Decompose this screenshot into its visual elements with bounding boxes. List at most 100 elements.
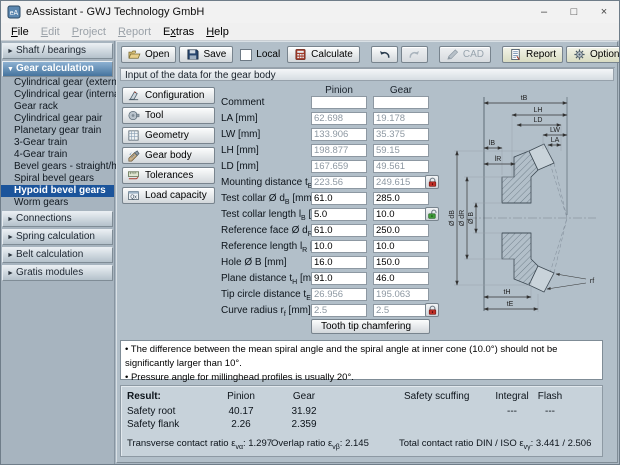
results-panel: Result: Pinion Gear Safety scuffing Inte… [120, 385, 603, 457]
load-capacity-icon: Qx [127, 189, 140, 202]
sidebar-section-label: Gear calculation [16, 63, 94, 74]
cad-button-label: CAD [463, 49, 484, 60]
dim-label-lh: LH [534, 107, 543, 114]
sidebar-section-gear-calculation[interactable]: ▼Gear calculation [2, 61, 113, 77]
form-label-curve-radius: Curve radius rf [mm] [221, 304, 311, 317]
curve-radius-gear-input [373, 304, 429, 317]
minimize-button[interactable]: – [529, 1, 559, 23]
test-collar-diameter-gear-input[interactable] [373, 192, 429, 205]
reference-face-diameter-pinion-input[interactable] [311, 224, 367, 237]
sidebar-item-3-gear-train[interactable]: 3-Gear train [1, 137, 114, 149]
dim-label-ld: LD [534, 117, 543, 124]
reference-length-pinion-input[interactable] [311, 240, 367, 253]
dim-label-th: tH [504, 289, 511, 296]
sidebar-item-cylindrical-gear-pair[interactable]: Cylindrical gear pair [1, 113, 114, 125]
section-button-geometry[interactable]: Geometry [122, 127, 215, 144]
plane-distance-gear-input[interactable] [373, 272, 429, 285]
maximize-button[interactable]: □ [559, 1, 589, 23]
calculate-button[interactable]: Calculate [287, 46, 360, 63]
window-controls: – □ × [529, 1, 619, 23]
gear-body-diagram: tB LH LD LW LA lB lR Ø dB Ø dR Ø B tH tE… [434, 85, 606, 337]
dim-label-dr: Ø dR [459, 210, 466, 226]
hole-diameter-gear-input[interactable] [373, 256, 429, 269]
test-collar-length-gear-input[interactable] [373, 208, 429, 221]
geometry-icon [127, 129, 140, 142]
toolbar: OpenSaveLocalCalculateCADReportOptionsHe… [119, 44, 615, 68]
menu-item-extras[interactable]: Extras [157, 25, 200, 39]
la-pinion-input [311, 112, 367, 125]
sidebar-section-label: Connections [16, 213, 72, 224]
hint-text: • Pressure angle for millinghead profile… [125, 371, 598, 385]
section-button-label: Configuration [145, 90, 204, 101]
svg-text:eA: eA [10, 10, 19, 17]
test-collar-length-pinion-input[interactable] [311, 208, 367, 221]
report-button[interactable]: Report [502, 46, 563, 63]
sidebar-item-planetary-gear-train[interactable]: Planetary gear train [1, 125, 114, 137]
open-button[interactable]: Open [121, 46, 176, 63]
section-button-configuration[interactable]: Configuration [122, 87, 215, 104]
transverse-contact-ratio: Transverse contact ratio εvα: 1.297 [127, 438, 272, 451]
sidebar-section-spring-calculation[interactable]: ►Spring calculation [2, 229, 113, 245]
sidebar-item-cylindrical-gear-internal-[interactable]: Cylindrical gear (internal) [1, 89, 114, 101]
section-button-gear-body[interactable]: Gear body [122, 147, 215, 164]
menu-item-file[interactable]: File [5, 25, 35, 39]
section-button-tool[interactable]: Tool [122, 107, 215, 124]
sidebar-item-worm-gears[interactable]: Worm gears [1, 197, 114, 209]
sidebar-item-bevel-gears-straight-helical[interactable]: Bevel gears - straight/helical [1, 161, 114, 173]
hole-diameter-pinion-input[interactable] [311, 256, 367, 269]
comment-gear-input[interactable] [373, 96, 429, 109]
section-button-tolerances[interactable]: Tolerances [122, 167, 215, 184]
results-col-gear: Gear [269, 391, 339, 402]
form-label-comment: Comment [221, 96, 264, 109]
lw-gear-input [373, 128, 429, 141]
redo-icon [408, 48, 421, 61]
sidebar-section-belt-calculation[interactable]: ►Belt calculation [2, 247, 113, 263]
sidebar-section-shaft-bearings[interactable]: ►Shaft / bearings [2, 43, 113, 59]
app-window: eA eAssistant - GWJ Technology GmbH – □ … [0, 0, 620, 465]
sidebar-item-gear-rack[interactable]: Gear rack [1, 101, 114, 113]
local-checkbox[interactable]: Local [236, 49, 284, 61]
tooth-tip-chamfering-button[interactable]: Tooth tip chamfering [311, 319, 430, 334]
sidebar-section-label: Belt calculation [16, 249, 83, 260]
cad-icon [446, 48, 459, 61]
collapse-arrow-icon: ► [7, 249, 16, 263]
form-column-header-pinion: Pinion [311, 85, 367, 96]
mounting-distance-pinion-input [311, 176, 367, 189]
reference-face-diameter-gear-input[interactable] [373, 224, 429, 237]
menu-item-edit: Edit [35, 25, 66, 39]
section-button-label: Tolerances [145, 170, 193, 181]
form-label-lh: LH [mm] [221, 144, 259, 157]
test-collar-diameter-pinion-input[interactable] [311, 192, 367, 205]
dim-label-la: LA [551, 137, 560, 144]
hint-text: • The difference between the mean spiral… [125, 343, 598, 371]
app-icon: eA [7, 5, 21, 19]
folder-icon [128, 48, 141, 61]
results-col-pinion: Pinion [206, 391, 276, 402]
sidebar-item-spiral-bevel-gears[interactable]: Spiral bevel gears [1, 173, 114, 185]
section-button-label: Geometry [145, 130, 189, 141]
collapse-arrow-icon: ► [7, 231, 16, 245]
undo-button[interactable] [371, 46, 398, 63]
sidebar-section-gratis-modules[interactable]: ►Gratis modules [2, 265, 113, 281]
dim-label-b: Ø B [468, 212, 475, 224]
save-button[interactable]: Save [179, 46, 233, 63]
safety-root-gear-value: 31.92 [269, 406, 339, 417]
calculator-icon [294, 48, 307, 61]
section-button-load-capacity[interactable]: Qx Load capacity [122, 187, 215, 204]
tolerances-icon [127, 169, 140, 182]
close-button[interactable]: × [589, 1, 619, 23]
save-icon [186, 48, 199, 61]
sidebar-section-connections[interactable]: ►Connections [2, 211, 113, 227]
plane-distance-pinion-input[interactable] [311, 272, 367, 285]
sidebar-item-cylindrical-gear-external-[interactable]: Cylindrical gear (external) [1, 77, 114, 89]
gear-body-icon [127, 149, 140, 162]
svg-text:Qx: Qx [130, 194, 137, 200]
sidebar-item-hypoid-bevel-gears[interactable]: Hypoid bevel gears [1, 185, 114, 197]
section-button-label: Load capacity [145, 190, 207, 201]
reference-length-gear-input[interactable] [373, 240, 429, 253]
options-button[interactable]: Options [566, 46, 620, 63]
sidebar-item-4-gear-train[interactable]: 4-Gear train [1, 149, 114, 161]
menu-item-help[interactable]: Help [200, 25, 235, 39]
safety-root-flash-value: --- [525, 406, 575, 417]
comment-pinion-input[interactable] [311, 96, 367, 109]
